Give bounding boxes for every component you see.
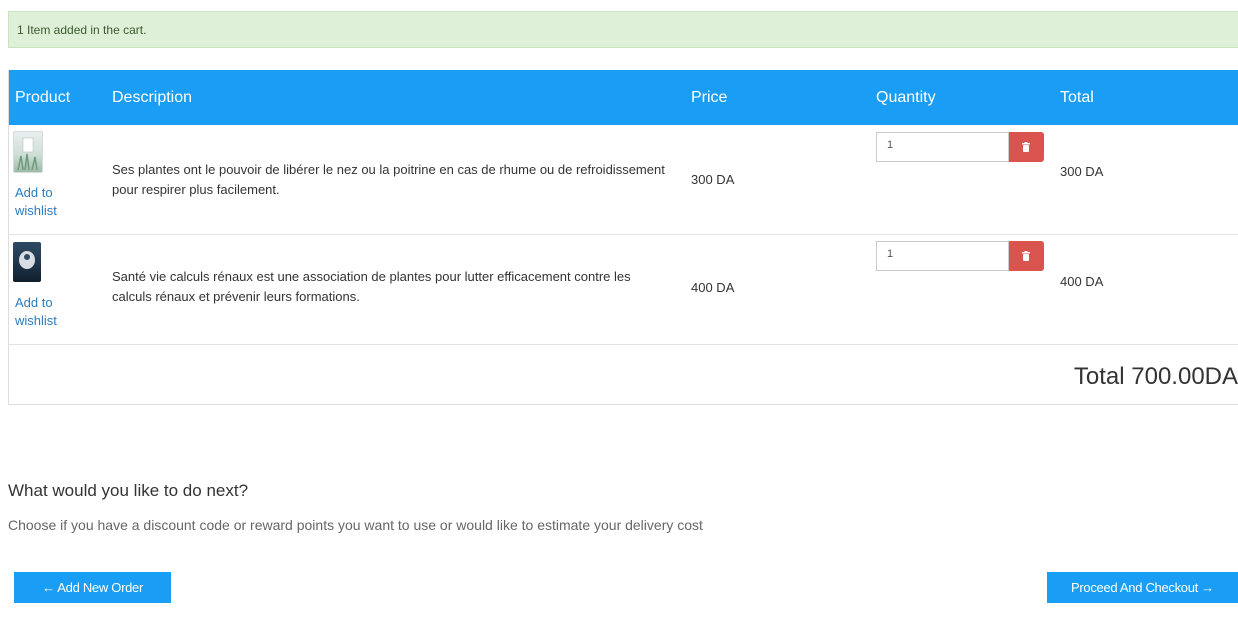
header-price: Price [691, 89, 728, 106]
arrow-left-icon: ← [41, 580, 55, 595]
arrow-right-icon: → [1201, 580, 1214, 595]
trash-icon [1022, 142, 1030, 152]
remove-item-button[interactable] [1009, 132, 1044, 162]
header-product: Product [15, 89, 71, 106]
product-image[interactable] [13, 242, 41, 282]
table-row: Add to wishlist Santé vie calculs rénaux… [9, 234, 1238, 345]
plant-icon [17, 137, 38, 171]
quantity-input[interactable]: 1 [876, 132, 1009, 162]
success-alert: 1 Item added in the cart. [8, 11, 1238, 48]
header-description: Description [112, 89, 193, 106]
proceed-checkout-button[interactable]: Proceed And Checkout → [1047, 572, 1238, 603]
row-total: 400 DA [1060, 274, 1104, 289]
remove-item-button[interactable] [1009, 241, 1044, 271]
product-box-icon [19, 251, 35, 269]
add-to-wishlist-link[interactable]: Add to wishlist [15, 184, 85, 220]
header-quantity: Quantity [876, 89, 936, 106]
product-price: 300 DA [691, 172, 735, 187]
table-header: Product Description Price Quantity Total [9, 70, 1238, 125]
cart-table: Product Description Price Quantity Total… [8, 70, 1238, 405]
add-new-order-button[interactable]: ← Add New Order [14, 572, 171, 603]
add-to-wishlist-link[interactable]: Add to wishlist [15, 294, 85, 330]
proceed-checkout-label: Proceed And Checkout [1071, 580, 1198, 595]
quantity-input[interactable]: 1 [876, 241, 1009, 271]
product-description: Ses plantes ont le pouvoir de libérer le… [112, 162, 665, 197]
next-steps-heading: What would you like to do next? [8, 481, 249, 500]
product-description: Santé vie calculs rénaux est une associa… [112, 269, 631, 304]
add-new-order-label: Add New Order [57, 580, 143, 595]
row-total: 300 DA [1060, 164, 1104, 179]
header-total: Total [1060, 89, 1094, 106]
trash-icon [1022, 251, 1030, 261]
alert-message: 1 Item added in the cart. [17, 23, 147, 37]
grand-total: Total 700.00DA [1073, 363, 1238, 390]
product-image[interactable] [13, 131, 43, 173]
product-price: 400 DA [691, 280, 735, 295]
table-row: Add to wishlist Ses plantes ont le pouvo… [9, 125, 1238, 235]
next-steps-description: Choose if you have a discount code or re… [8, 517, 703, 533]
